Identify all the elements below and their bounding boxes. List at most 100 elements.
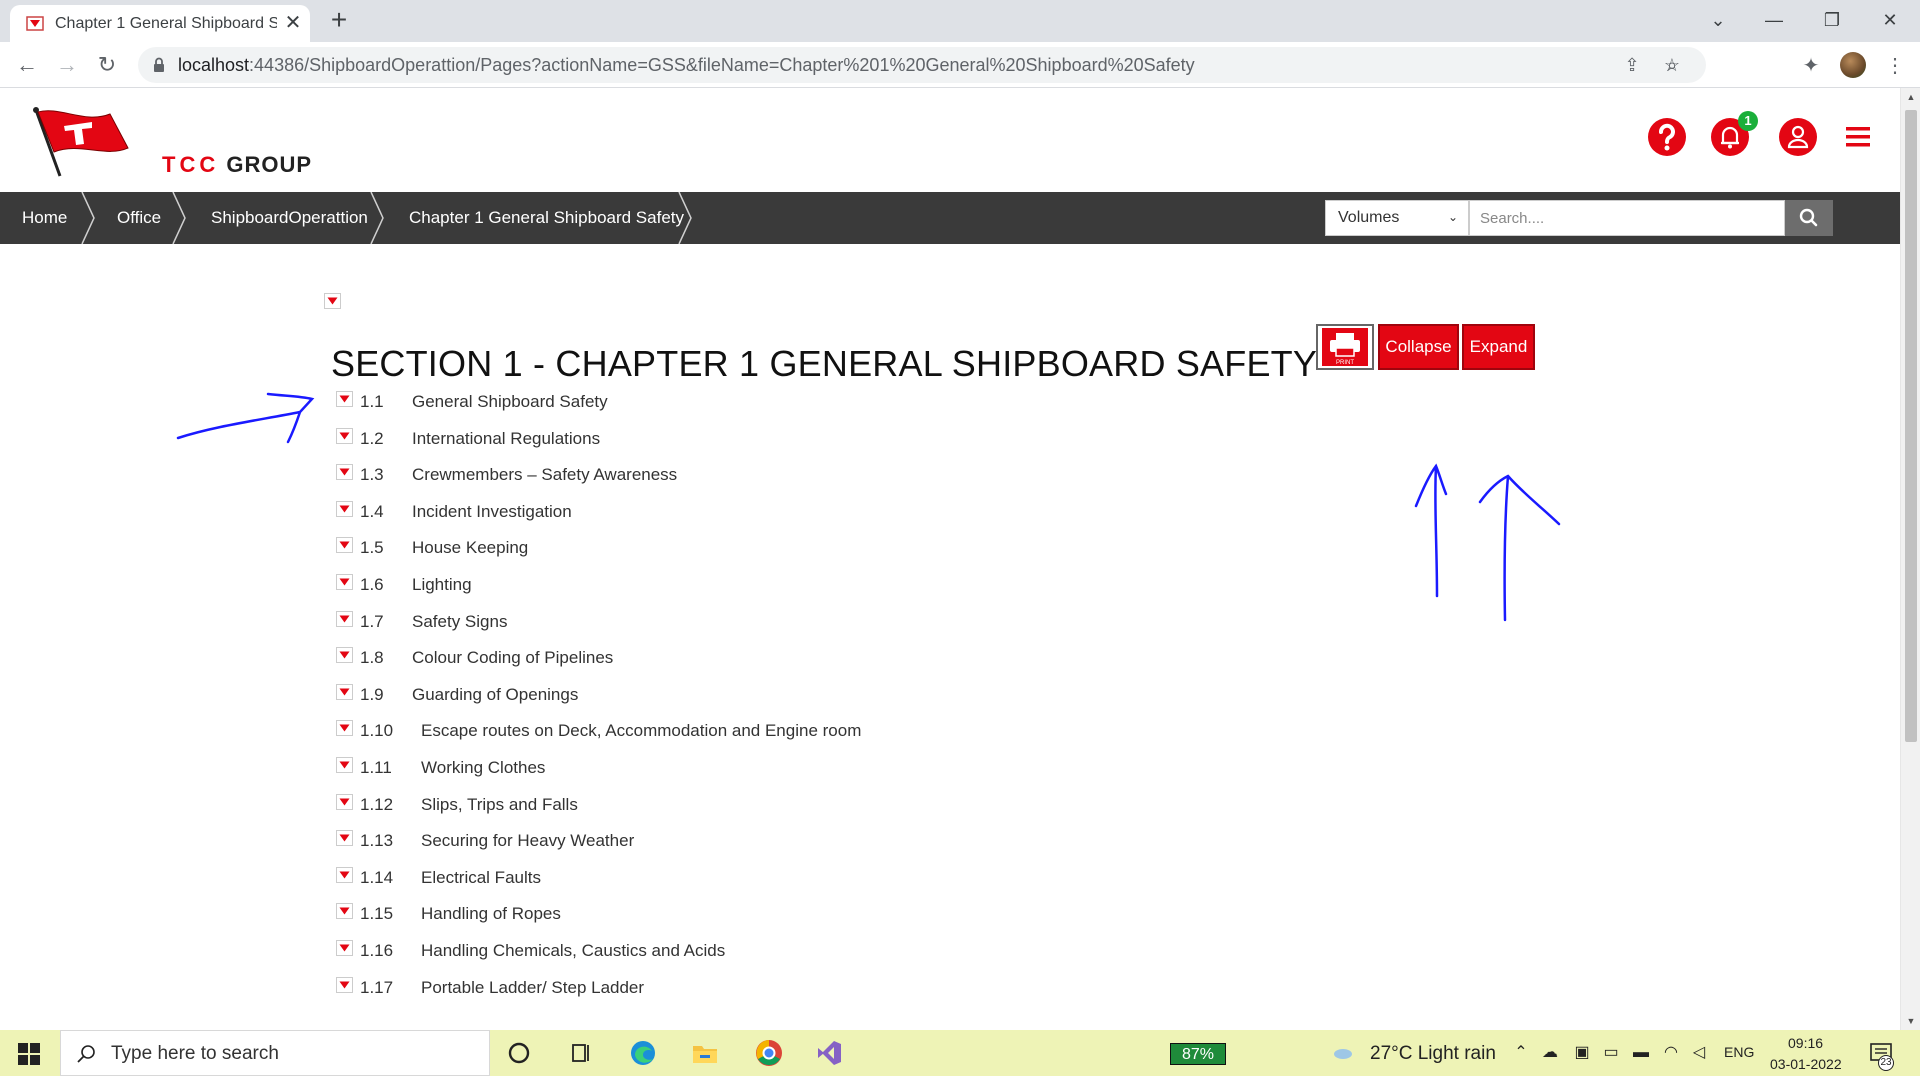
breadcrumb-home[interactable]: Home bbox=[22, 192, 67, 244]
window-minimize-button[interactable]: — bbox=[1754, 4, 1794, 36]
tcc-group-logo[interactable]: TCC GROUP bbox=[30, 104, 311, 184]
toc-item-label[interactable]: Slips, Trips and Falls bbox=[421, 795, 578, 815]
toc-item-label[interactable]: Handling of Ropes bbox=[421, 904, 561, 924]
scroll-down-arrow-icon[interactable]: ▼ bbox=[1906, 1016, 1916, 1026]
toc-toggle-arrow-icon[interactable] bbox=[336, 976, 353, 993]
tab-search-icon[interactable]: ⌄ bbox=[1698, 4, 1738, 36]
onedrive-cloud-icon[interactable]: ☁ bbox=[1539, 1042, 1561, 1064]
url-text[interactable]: localhost:44386/ShipboardOperattion/Page… bbox=[178, 55, 1195, 76]
toc-toggle-arrow-icon[interactable] bbox=[336, 683, 353, 700]
toc-item-label[interactable]: International Regulations bbox=[412, 429, 600, 449]
toc-item[interactable]: 1.2 International Regulations bbox=[336, 426, 1236, 456]
toc-toggle-arrow-icon[interactable] bbox=[336, 757, 353, 773]
toc-item[interactable]: 1.16 Handling Chemicals, Caustics and Aci… bbox=[336, 938, 1236, 968]
browser-tab[interactable]: Chapter 1 General Shipboard Safety ✕ bbox=[10, 5, 310, 42]
toc-toggle-arrow-icon[interactable] bbox=[336, 391, 353, 407]
toc-item-label[interactable]: Securing for Heavy Weather bbox=[421, 831, 634, 851]
profile-avatar[interactable] bbox=[1840, 52, 1866, 78]
section-toggle-arrow-icon[interactable] bbox=[324, 293, 341, 309]
back-button[interactable]: ← bbox=[10, 48, 44, 82]
cortana-icon[interactable] bbox=[502, 1037, 536, 1069]
new-tab-button[interactable]: + bbox=[325, 6, 353, 35]
toc-item[interactable]: 1.11 Working Clothes bbox=[336, 755, 1236, 785]
search-input[interactable]: Search.... bbox=[1469, 200, 1785, 236]
toc-item-label[interactable]: Safety Signs bbox=[412, 612, 507, 632]
toc-item-label[interactable]: General Shipboard Safety bbox=[412, 392, 608, 412]
toc-item[interactable]: 1.5 House Keeping bbox=[336, 535, 1236, 565]
toc-item-label[interactable]: Crewmembers – Safety Awareness bbox=[412, 465, 677, 485]
toc-item-label[interactable]: Guarding of Openings bbox=[412, 685, 578, 705]
user-account-icon[interactable] bbox=[1778, 117, 1818, 157]
share-icon[interactable]: ⇪ bbox=[1620, 53, 1644, 77]
help-icon[interactable] bbox=[1647, 117, 1687, 157]
toc-item-label[interactable]: Incident Investigation bbox=[412, 502, 572, 522]
address-bar[interactable]: localhost:44386/ShipboardOperattion/Page… bbox=[138, 47, 1706, 83]
forward-button[interactable]: → bbox=[50, 48, 84, 82]
toc-item[interactable]: 1.3 Crewmembers – Safety Awareness bbox=[336, 462, 1236, 492]
toc-item-label[interactable]: Handling Chemicals, Caustics and Acids bbox=[421, 941, 725, 961]
wifi-icon[interactable]: ◠ bbox=[1660, 1042, 1682, 1064]
toc-toggle-arrow-icon[interactable] bbox=[336, 574, 353, 590]
toc-item[interactable]: 1.4 Incident Investigation bbox=[336, 499, 1236, 529]
file-explorer-icon[interactable] bbox=[688, 1037, 722, 1069]
toc-toggle-arrow-icon[interactable] bbox=[336, 647, 353, 664]
volume-icon[interactable]: ◁ bbox=[1688, 1042, 1710, 1064]
toc-item[interactable]: 1.13 Securing for Heavy Weather bbox=[336, 828, 1236, 858]
clock-date[interactable]: 03-01-2022 bbox=[1770, 1056, 1842, 1072]
toc-toggle-arrow-icon[interactable] bbox=[336, 830, 353, 847]
toc-toggle-arrow-icon[interactable] bbox=[336, 610, 353, 627]
toc-toggle-arrow-icon[interactable] bbox=[336, 500, 353, 517]
toc-item-label[interactable]: Lighting bbox=[412, 575, 472, 595]
weather-text[interactable]: 27°C Light rain bbox=[1370, 1043, 1496, 1065]
toc-item[interactable]: 1.6 Lighting bbox=[336, 572, 1236, 602]
toc-item[interactable]: 1.15 Handling of Ropes bbox=[336, 901, 1236, 931]
toc-item[interactable]: 1.1 General Shipboard Safety bbox=[336, 389, 1236, 419]
tab-close-icon[interactable]: ✕ bbox=[282, 12, 304, 34]
task-view-icon[interactable] bbox=[564, 1037, 598, 1069]
weather-cloud-icon[interactable] bbox=[1332, 1042, 1354, 1064]
breadcrumb-office[interactable]: Office bbox=[117, 192, 161, 244]
toc-item[interactable]: 1.8 Colour Coding of Pipelines bbox=[336, 645, 1236, 675]
window-restore-button[interactable]: ❐ bbox=[1812, 4, 1852, 36]
toc-toggle-arrow-icon[interactable] bbox=[336, 940, 353, 956]
reload-button[interactable]: ↻ bbox=[90, 48, 124, 82]
toc-item-label[interactable]: House Keeping bbox=[412, 538, 528, 558]
display-icon[interactable]: ▭ bbox=[1600, 1042, 1622, 1064]
extensions-icon[interactable]: ✦ bbox=[1796, 51, 1826, 81]
collapse-button[interactable]: Collapse bbox=[1378, 324, 1459, 370]
toc-toggle-arrow-icon[interactable] bbox=[336, 793, 353, 810]
chrome-browser-icon[interactable] bbox=[752, 1037, 786, 1069]
visual-studio-icon[interactable] bbox=[812, 1037, 846, 1069]
toc-item-label[interactable]: Colour Coding of Pipelines bbox=[412, 648, 613, 668]
edge-browser-icon[interactable] bbox=[626, 1037, 660, 1069]
meet-now-icon[interactable]: ▣ bbox=[1571, 1042, 1593, 1064]
lock-icon[interactable] bbox=[150, 56, 168, 74]
breadcrumb-current-chapter[interactable]: Chapter 1 General Shipboard Safety bbox=[409, 192, 684, 244]
toc-item[interactable]: 1.14 Electrical Faults bbox=[336, 865, 1236, 895]
toc-item[interactable]: 1.12 Slips, Trips and Falls bbox=[336, 792, 1236, 822]
breadcrumb-shipboard-operation[interactable]: ShipboardOperattion bbox=[211, 192, 368, 244]
taskbar-search-box[interactable]: Type here to search bbox=[60, 1030, 490, 1076]
browser-menu-icon[interactable]: ⋮ bbox=[1880, 51, 1910, 81]
print-button[interactable]: PRINT bbox=[1316, 324, 1374, 370]
volumes-select[interactable]: Volumes ⌄ bbox=[1325, 200, 1469, 236]
chevron-up-icon[interactable]: ⌃ bbox=[1510, 1042, 1532, 1064]
bookmark-star-icon[interactable]: ☆ bbox=[1660, 53, 1684, 77]
toc-item-label[interactable]: Electrical Faults bbox=[421, 868, 541, 888]
toc-toggle-arrow-icon[interactable] bbox=[336, 866, 353, 883]
toc-item[interactable]: 1.17 Portable Ladder/ Step Ladder bbox=[336, 975, 1236, 1005]
toc-item[interactable]: 1.9 Guarding of Openings bbox=[336, 682, 1236, 712]
toc-toggle-arrow-icon[interactable] bbox=[336, 464, 353, 481]
toc-toggle-arrow-icon[interactable] bbox=[336, 427, 353, 444]
page-scrollbar[interactable]: ▲ ▼ bbox=[1900, 88, 1920, 1030]
toc-item-label[interactable]: Portable Ladder/ Step Ladder bbox=[421, 978, 644, 998]
language-indicator[interactable]: ENG bbox=[1724, 1044, 1754, 1060]
toc-item-label[interactable]: Working Clothes bbox=[421, 758, 545, 778]
hamburger-menu-icon[interactable] bbox=[1838, 117, 1878, 157]
toc-item[interactable]: 1.7 Safety Signs bbox=[336, 609, 1236, 639]
window-close-button[interactable]: ✕ bbox=[1870, 4, 1910, 36]
search-button[interactable] bbox=[1785, 200, 1833, 236]
expand-button[interactable]: Expand bbox=[1462, 324, 1535, 370]
scrollbar-thumb[interactable] bbox=[1905, 110, 1917, 742]
toc-item-label[interactable]: Escape routes on Deck, Accommodation and… bbox=[421, 721, 861, 741]
